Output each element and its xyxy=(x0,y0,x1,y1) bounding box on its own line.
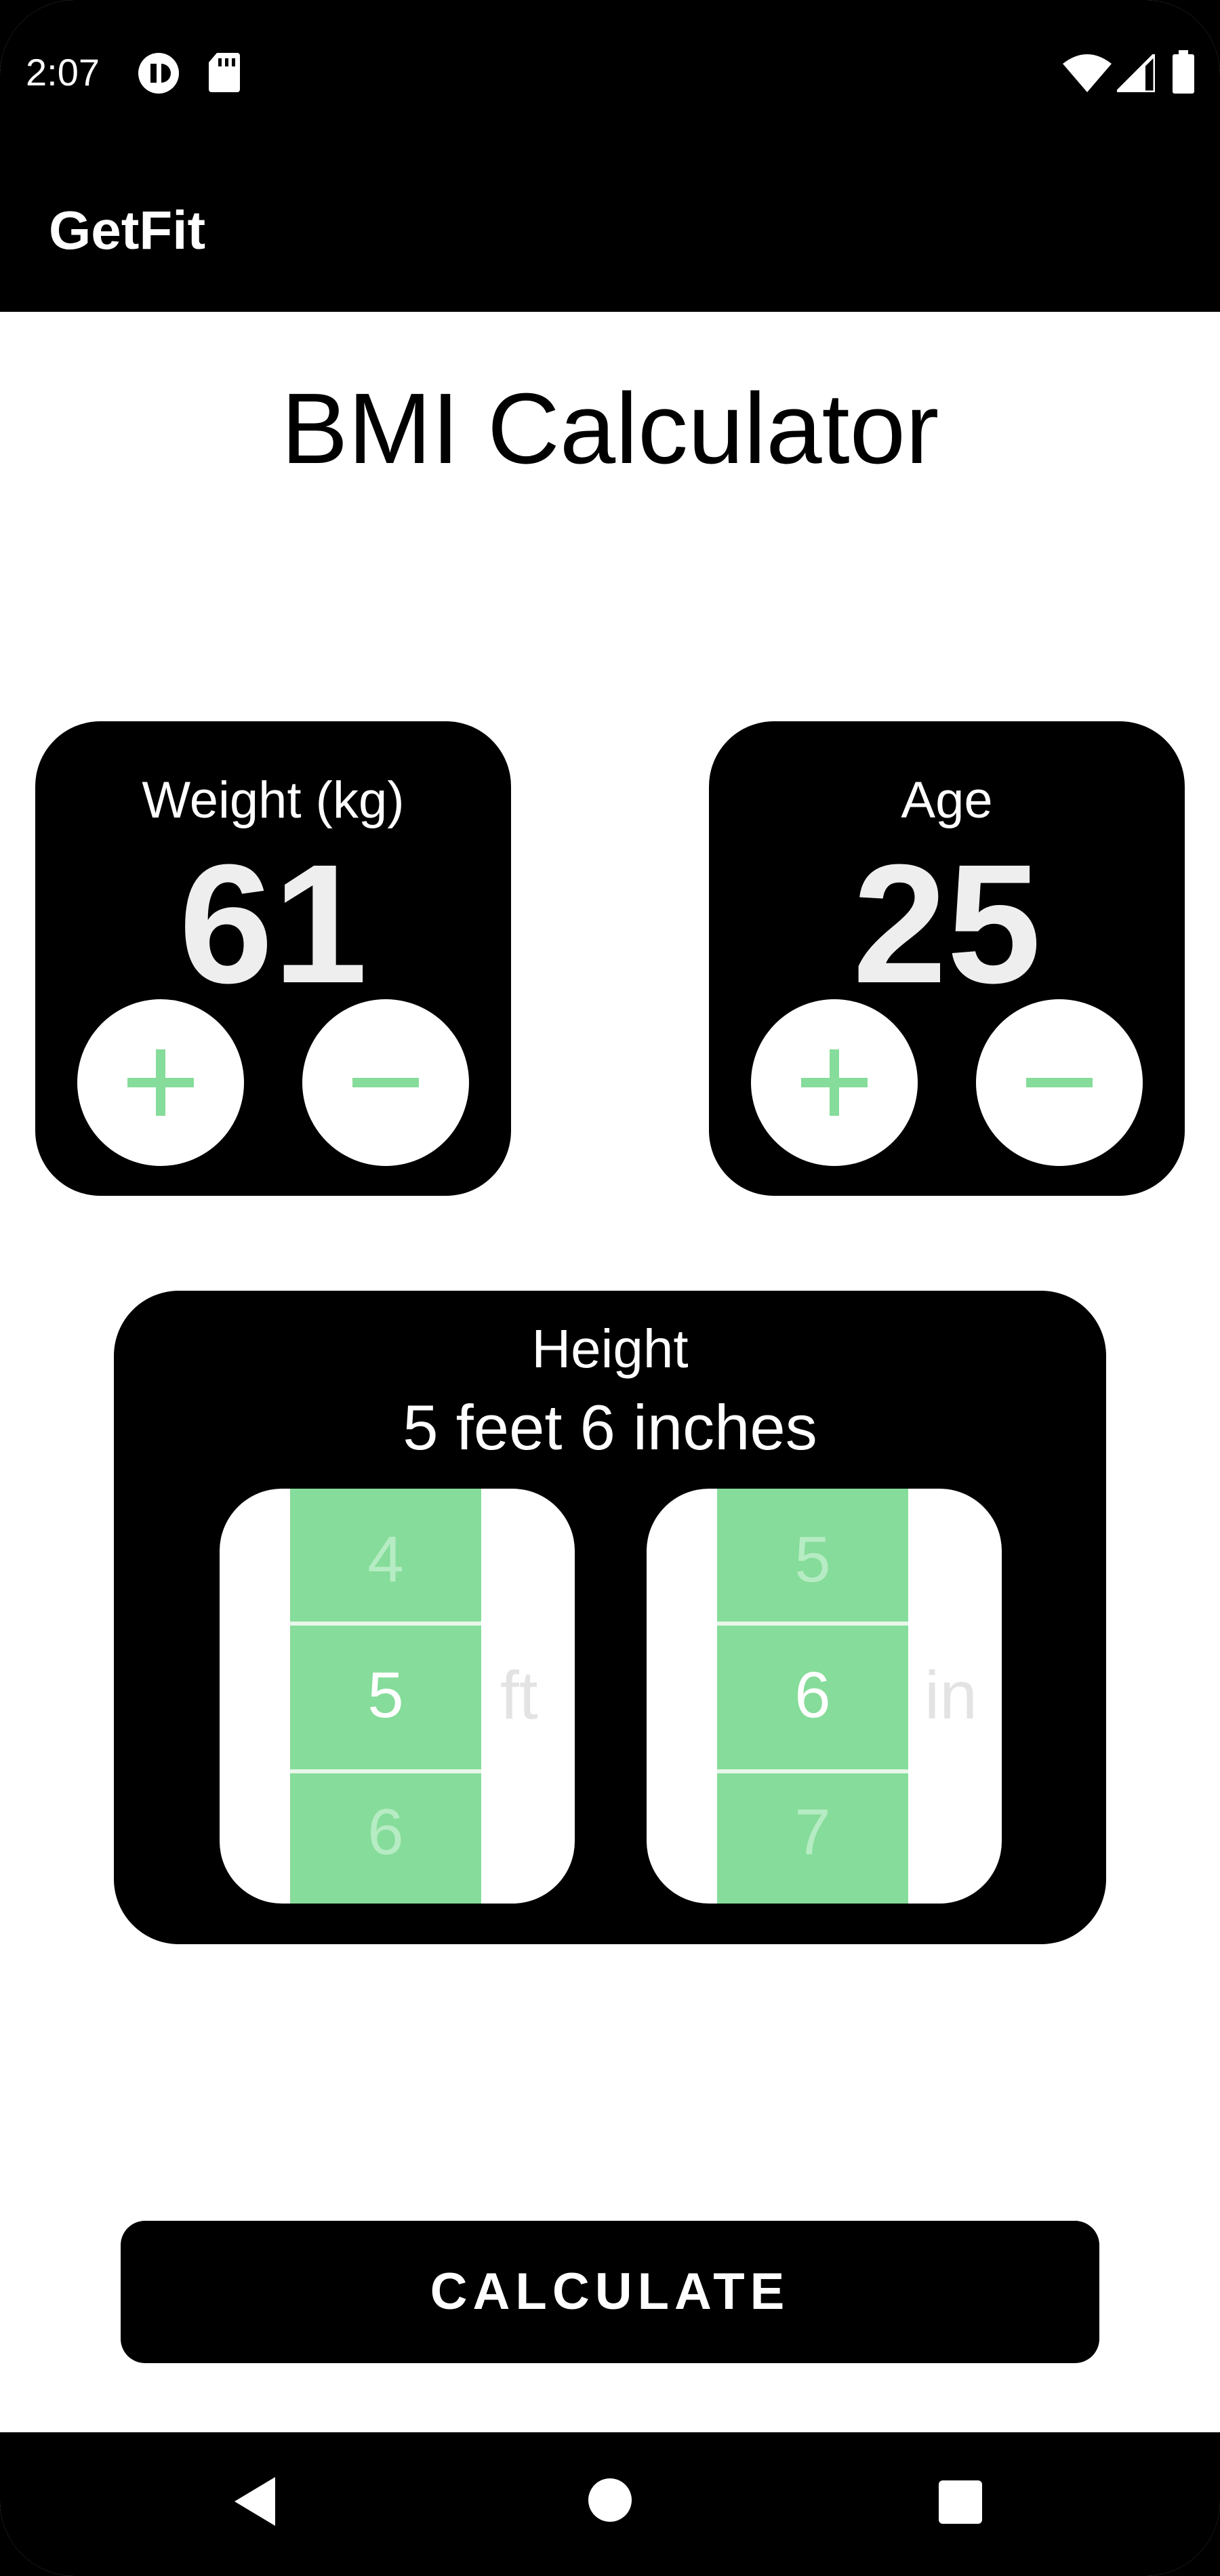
wifi-icon xyxy=(1063,54,1112,96)
recents-icon[interactable] xyxy=(938,2480,983,2528)
app-screen: 2:07 GetFit BMI Calculator Weight (kg) 6… xyxy=(0,0,1220,2576)
height-label: Height xyxy=(531,1319,689,1379)
weight-label: Weight (kg) xyxy=(142,771,405,829)
weight-card: Weight (kg) 61 xyxy=(35,721,511,1196)
back-icon[interactable] xyxy=(230,2474,279,2532)
plus-icon xyxy=(127,1049,194,1116)
age-value: 25 xyxy=(852,829,1042,1018)
feet-picker[interactable]: 4 5 6 ft xyxy=(220,1489,575,1904)
age-label: Age xyxy=(901,771,993,829)
pause-circle-icon xyxy=(137,52,180,98)
inches-picker-next[interactable]: 7 xyxy=(717,1795,908,1870)
inches-picker-prev[interactable]: 5 xyxy=(717,1523,908,1597)
inches-unit-label: in xyxy=(924,1657,977,1733)
inches-picker-wheel[interactable]: 5 6 7 xyxy=(717,1489,908,1904)
height-value: 5 feet 6 inches xyxy=(403,1392,817,1463)
status-bar: 2:07 xyxy=(0,0,1220,149)
weight-value: 61 xyxy=(178,829,368,1018)
page-title: BMI Calculator xyxy=(281,373,939,485)
minus-icon xyxy=(352,1078,419,1087)
weight-increment-button[interactable] xyxy=(77,999,244,1166)
feet-picker-divider-bottom xyxy=(290,1769,481,1773)
weight-decrement-button[interactable] xyxy=(302,999,469,1166)
app-title: GetFit xyxy=(49,200,206,260)
inches-picker-divider-top xyxy=(717,1622,908,1626)
sd-card-icon xyxy=(207,52,241,97)
height-card: Height 5 feet 6 inches 4 5 6 ft 5 6 7 in xyxy=(114,1291,1106,1944)
inches-picker-selected[interactable]: 6 xyxy=(717,1658,908,1733)
battery-icon xyxy=(1171,50,1196,97)
age-increment-button[interactable] xyxy=(751,999,918,1166)
feet-unit-label: ft xyxy=(500,1657,538,1733)
status-time: 2:07 xyxy=(26,51,100,94)
age-card: Age 25 xyxy=(709,721,1185,1196)
feet-picker-next[interactable]: 6 xyxy=(290,1795,481,1870)
feet-picker-prev[interactable]: 4 xyxy=(290,1523,481,1597)
feet-picker-selected[interactable]: 5 xyxy=(290,1658,481,1733)
feet-picker-divider-top xyxy=(290,1622,481,1626)
home-icon[interactable] xyxy=(587,2477,633,2527)
age-decrement-button[interactable] xyxy=(976,999,1143,1166)
inches-picker-divider-bottom xyxy=(717,1769,908,1773)
navigation-bar xyxy=(0,2432,1220,2576)
plus-icon xyxy=(801,1049,868,1116)
minus-icon xyxy=(1026,1078,1093,1087)
calculate-button[interactable]: CALCULATE xyxy=(121,2221,1099,2363)
inches-picker[interactable]: 5 6 7 in xyxy=(647,1489,1002,1904)
feet-picker-wheel[interactable]: 4 5 6 xyxy=(290,1489,481,1904)
signal-icon xyxy=(1112,49,1157,96)
